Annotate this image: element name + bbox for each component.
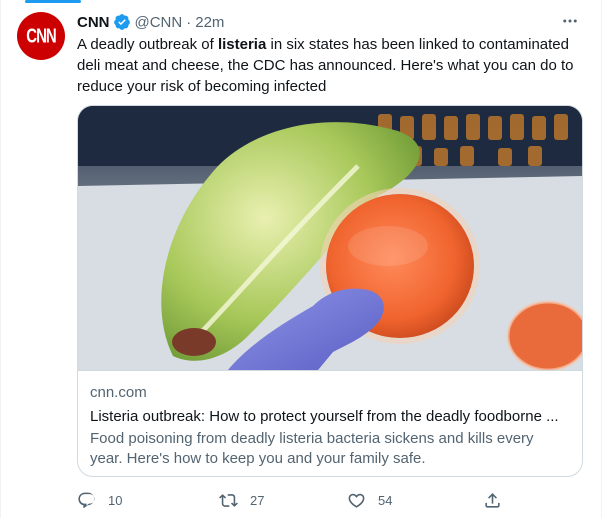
card-domain: cnn.com (90, 384, 147, 401)
reply-button[interactable]: 10 (77, 485, 122, 515)
card-title: Listeria outbreak: How to protect yourse… (90, 408, 559, 425)
retweet-button[interactable]: 27 (219, 485, 264, 515)
tweet-text: A deadly outbreak of listeria in six sta… (77, 34, 587, 97)
card-info: cnn.com Listeria outbreak: How to protec… (78, 370, 582, 476)
tweet-header: CNN @CNN · 22m (77, 12, 581, 32)
share-button[interactable] (483, 485, 502, 515)
more-icon[interactable] (561, 12, 579, 30)
card-description: Food poisoning from deadly listeria bact… (90, 430, 534, 467)
tweet-time[interactable]: 22m (195, 14, 224, 31)
cnn-logo: CNN (26, 24, 56, 48)
tweet-text-bold: listeria (217, 36, 267, 53)
tweet-actions: 10 27 54 (77, 485, 517, 515)
author-name[interactable]: CNN (77, 14, 110, 31)
card-image (78, 106, 582, 370)
reply-icon (78, 492, 95, 508)
avatar[interactable]: CNN (17, 12, 65, 60)
author-handle[interactable]: @CNN (135, 14, 183, 31)
verified-badge-icon (113, 14, 130, 30)
separator-dot: · (186, 13, 192, 31)
like-count: 54 (378, 492, 393, 508)
retweet-count: 27 (250, 492, 265, 508)
reply-count: 10 (108, 492, 123, 508)
like-icon (348, 493, 365, 508)
active-indicator (25, 0, 81, 3)
link-card[interactable]: cnn.com Listeria outbreak: How to protec… (77, 105, 583, 477)
tweet[interactable]: CNN CNN @CNN · 22m A deadly outbreak of … (0, 0, 602, 518)
tweet-text-start: A deadly outbreak of (77, 36, 218, 53)
share-icon (485, 492, 500, 508)
like-button[interactable]: 54 (347, 485, 392, 515)
retweet-icon (219, 493, 238, 507)
